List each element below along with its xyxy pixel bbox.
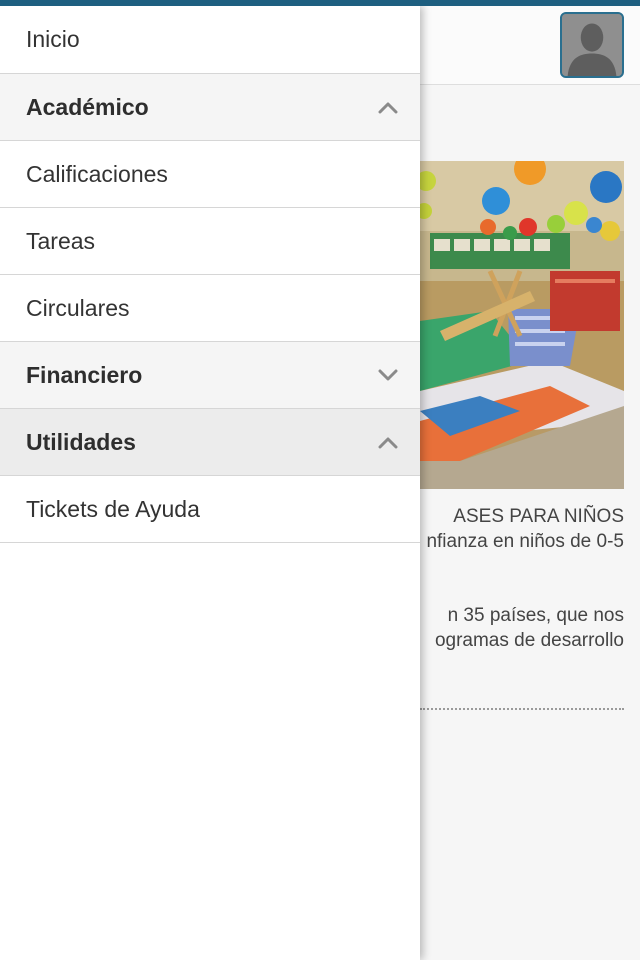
dotted-divider [420,708,624,710]
menu-section-label: Académico [26,93,149,120]
menu-item-label: Tareas [26,227,96,254]
menu-item-calificaciones[interactable]: Calificaciones [0,141,420,208]
menu-item-tickets-de-ayuda[interactable]: Tickets de Ayuda [0,476,420,543]
menu-item-label: Circulares [26,294,130,321]
user-avatar-button[interactable] [560,12,624,78]
chevron-up-icon [378,435,398,449]
status-top-bar [0,0,640,6]
menu-item-label: Calificaciones [26,160,168,187]
menu-item-inicio[interactable]: Inicio [0,6,420,74]
chevron-up-icon [378,100,398,114]
menu-section-academico[interactable]: Académico [0,74,420,141]
menu-item-label: Inicio [26,26,80,52]
menu-item-circulares[interactable]: Circulares [0,275,420,342]
hero-image [420,161,624,489]
chevron-down-icon [378,368,398,382]
menu-item-label: Tickets de Ayuda [26,495,200,522]
menu-item-tareas[interactable]: Tareas [0,208,420,275]
navigation-drawer: Inicio Académico Calificaciones Tareas C… [0,6,420,960]
menu-section-utilidades[interactable]: Utilidades [0,409,420,476]
menu-section-financiero[interactable]: Financiero [0,342,420,409]
menu-section-label: Financiero [26,361,143,388]
menu-section-label: Utilidades [26,428,136,455]
user-avatar-icon [562,14,622,76]
